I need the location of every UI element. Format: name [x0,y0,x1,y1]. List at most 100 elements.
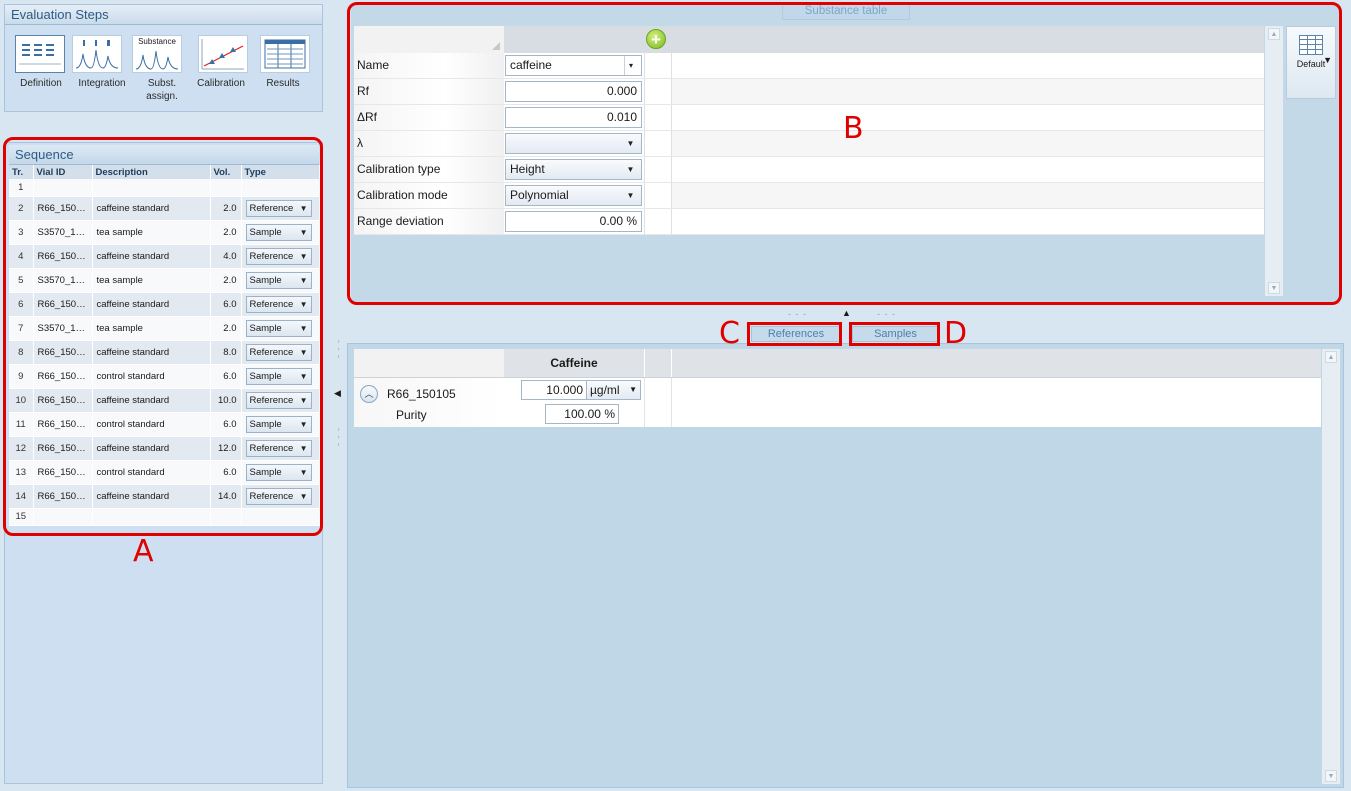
name-dropdown[interactable]: caffeine ▾ [505,55,642,76]
volume-cell: 6.0 [210,364,242,389]
type-dropdown[interactable]: Reference ▼ [245,439,312,457]
tr-number-cell: 5 [9,268,34,293]
references-grid-header: Caffeine [354,349,1321,377]
unit-dropdown[interactable]: µg/ml ▼ [586,380,641,400]
type-value: Sample [249,370,282,382]
row-rf: Rf 0.000 [354,79,1264,105]
add-substance-icon[interactable]: + [646,29,666,49]
delta-rf-input[interactable]: 0.010 [505,107,642,128]
side-grip-top[interactable]: - - - [334,340,344,359]
column-header-type[interactable]: Type [241,165,320,179]
tr-number-cell: 14 [9,484,34,509]
chevron-down-icon: ▼ [626,165,635,174]
table-row[interactable]: 2 R66_1501... caffeine standard 2.0 Referenc… [9,196,320,221]
column-header-vol[interactable]: Vol. [210,165,242,179]
table-row[interactable]: 14 R66_1501... caffeine standard 14.0 Refere… [9,484,320,509]
table-row[interactable]: 1 [9,179,320,197]
type-value: Sample [249,418,282,430]
range-deviation-input[interactable]: 0.00 % [505,211,642,232]
references-scrollbar[interactable]: ▲ ▼ [1322,349,1340,784]
chevron-down-icon: ▼ [299,371,308,381]
tab-samples[interactable]: Samples [852,326,939,342]
column-header-caffeine: Caffeine [550,356,598,370]
definition-step-button[interactable] [15,35,65,73]
substance-scrollbar[interactable]: ▲ ▼ [1265,26,1283,296]
type-dropdown[interactable]: Reference ▼ [245,295,312,313]
substance-grid: + Name caffeine ▾ Rf 0.000 ΔRf 0.010 λ ▼ … [354,26,1264,235]
column-header-vial-id[interactable]: Vial ID [33,165,93,179]
table-row[interactable]: 5 S3570_15... tea sample 2.0 Sample ▼ [9,268,320,293]
volume-cell [210,179,242,197]
calibration-step-button[interactable] [198,35,248,73]
scroll-down-icon[interactable]: ▼ [1325,770,1337,782]
scroll-up-icon[interactable]: ▲ [1325,351,1337,363]
type-dropdown[interactable]: Sample ▼ [245,415,312,433]
type-dropdown[interactable]: Sample ▼ [245,223,312,241]
type-dropdown[interactable]: Sample ▼ [245,271,312,289]
description-cell: control standard [92,412,211,437]
table-row[interactable]: 10 R66_1501... caffeine standard 10.0 Refere… [9,388,320,413]
table-row[interactable]: 9 R66_1501... control standard 6.0 Sample ▼ [9,364,320,389]
collapse-row-icon[interactable]: ︿ [360,385,378,403]
layout-default-button[interactable]: Default ▼ [1286,26,1336,99]
substance-assign-step-button[interactable]: Substance [132,35,182,73]
type-value: Sample [249,322,282,334]
tr-number-cell: 2 [9,196,34,221]
scroll-up-icon[interactable]: ▲ [1268,28,1280,40]
chevron-down-icon: ▼ [299,491,308,501]
table-row[interactable]: 11 R66_1501... control standard 6.0 Sample ▼ [9,412,320,437]
integration-step-button[interactable] [72,35,122,73]
rf-input[interactable]: 0.000 [505,81,642,102]
table-row[interactable]: 3 S3570_15... tea sample 2.0 Sample ▼ [9,220,320,245]
type-value: Sample [249,226,282,238]
table-row[interactable]: 8 R66_1501... caffeine standard 8.0 Referenc… [9,340,320,365]
description-cell: caffeine standard [92,436,211,461]
calibration-type-dropdown[interactable]: Height ▼ [505,159,642,180]
type-dropdown[interactable]: Reference ▼ [245,487,312,505]
splitter-grip-right[interactable]: - - - [877,309,896,319]
type-cell [241,508,320,526]
type-dropdown[interactable]: Sample ▼ [245,319,312,337]
collapse-up-icon[interactable]: ▲ [842,308,851,318]
type-dropdown[interactable]: Reference ▼ [245,247,312,265]
purity-input[interactable]: 100.00 % [545,404,619,424]
vial-id-cell: R66_1501... [33,364,93,389]
type-cell: Reference ▼ [241,244,320,269]
table-row[interactable]: 6 R66_1501... caffeine standard 6.0 Referenc… [9,292,320,317]
tab-references[interactable]: References [751,326,841,342]
type-dropdown[interactable]: Sample ▼ [245,463,312,481]
side-grip-bottom[interactable]: - - - [334,428,344,447]
scroll-down-icon[interactable]: ▼ [1268,282,1280,294]
calibration-mode-dropdown[interactable]: Polynomial ▼ [505,185,642,206]
table-row[interactable]: 7 S3570_15... tea sample 2.0 Sample ▼ [9,316,320,341]
volume-cell [210,508,242,526]
label-delta-rf: ΔRf [354,105,504,130]
collapse-left-icon[interactable]: ◀ [334,388,341,399]
amount-input[interactable]: 10.000 [521,380,587,400]
substance-assign-icon [135,50,179,70]
table-row[interactable]: 15 [9,508,320,526]
annotation-label-a: A [133,534,154,569]
table-row[interactable]: 4 R66_1501... caffeine standard 4.0 Referenc… [9,244,320,269]
type-dropdown[interactable]: Reference ▼ [245,391,312,409]
tr-number-cell: 9 [9,364,34,389]
description-cell [92,508,211,526]
splitter-grip-left[interactable]: - - - [788,309,807,319]
unit-value: µg/ml [590,383,620,397]
tab-substance-table[interactable]: Substance table [782,4,910,20]
annotation-label-b: B [843,111,864,146]
results-step-button[interactable] [260,35,310,73]
volume-cell: 8.0 [210,340,242,365]
lambda-dropdown[interactable]: ▼ [505,133,642,154]
table-row[interactable]: 13 R66_1501... control standard 6.0 Sample ▼ [9,460,320,485]
column-header-description[interactable]: Description [92,165,211,179]
description-cell [92,179,211,197]
description-cell: control standard [92,460,211,485]
column-header-tr[interactable]: Tr. [9,165,34,179]
description-cell: caffeine standard [92,388,211,413]
type-dropdown[interactable]: Reference ▼ [245,343,312,361]
label-name: Name [354,53,504,78]
type-dropdown[interactable]: Sample ▼ [245,367,312,385]
table-row[interactable]: 12 R66_1501... caffeine standard 12.0 Refere… [9,436,320,461]
type-dropdown[interactable]: Reference ▼ [245,199,312,217]
